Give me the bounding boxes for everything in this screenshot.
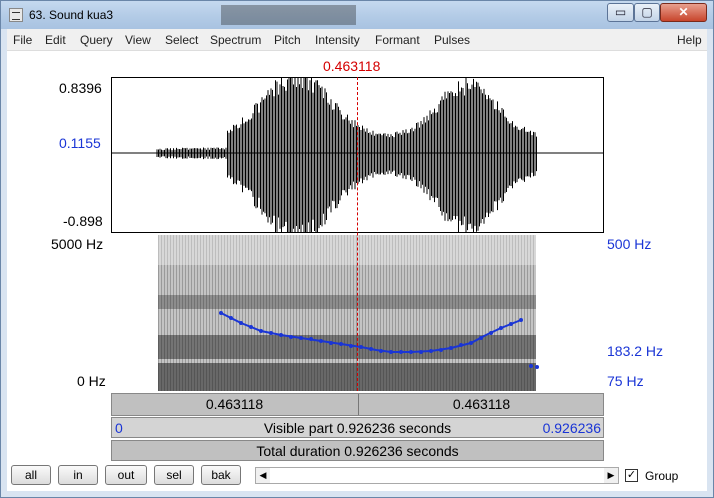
menu-spectrum[interactable]: Spectrum	[210, 33, 261, 47]
scroll-right-icon[interactable]: ▶	[604, 468, 618, 483]
pitch-cursor-label: 183.2 Hz	[607, 343, 663, 359]
menu-bar: File Edit Query View Select Spectrum Pit…	[7, 29, 707, 51]
menu-edit[interactable]: Edit	[45, 33, 66, 47]
scroll-left-icon[interactable]: ◀	[256, 468, 270, 483]
zoom-sel-button[interactable]: sel	[154, 465, 194, 485]
visible-part-bar[interactable]: 0 Visible part 0.926236 seconds 0.926236	[111, 417, 604, 438]
zoom-out-button[interactable]: out	[105, 465, 147, 485]
menu-query[interactable]: Query	[80, 33, 113, 47]
spec-top-freq: 5000 Hz	[51, 236, 103, 252]
spec-bottom-freq: 0 Hz	[77, 373, 106, 389]
zoom-back-button[interactable]: bak	[201, 465, 241, 485]
time-after-cursor[interactable]: 0.463118	[359, 394, 604, 415]
maximize-button[interactable]: ▢	[634, 3, 660, 22]
menu-view[interactable]: View	[125, 33, 151, 47]
menu-select[interactable]: Select	[165, 33, 198, 47]
praat-sound-window: 63. Sound kua3 ▭ ▢ ✕ File Edit Query Vie…	[0, 0, 714, 498]
total-duration-label: Total duration 0.926236 seconds	[112, 443, 603, 459]
menu-formant[interactable]: Formant	[375, 33, 420, 47]
cursor-time-label: 0.463118	[323, 58, 380, 74]
wave-y-cursor: 0.1155	[59, 135, 101, 151]
pitch-bottom-label: 75 Hz	[607, 373, 644, 389]
time-cursor[interactable]	[357, 77, 358, 391]
menu-file[interactable]: File	[13, 33, 32, 47]
wave-y-top: 0.8396	[59, 80, 102, 96]
editor-area: 0.463118 0.8396 0.1155 -0.898 5000 Hz 0 …	[7, 51, 707, 491]
title-bar: 63. Sound kua3 ▭ ▢ ✕	[1, 1, 713, 29]
app-icon	[9, 8, 23, 22]
horizontal-scrollbar[interactable]: ◀ ▶	[255, 467, 619, 484]
zoom-all-button[interactable]: all	[11, 465, 51, 485]
close-button[interactable]: ✕	[660, 3, 707, 22]
menu-pitch[interactable]: Pitch	[274, 33, 301, 47]
menu-pulses[interactable]: Pulses	[434, 33, 470, 47]
pitch-top-label: 500 Hz	[607, 236, 651, 252]
group-checkbox[interactable]: ✓	[625, 469, 638, 482]
cursor-time-bar[interactable]: 0.463118 0.463118	[111, 393, 604, 416]
visible-part-label: Visible part 0.926236 seconds	[112, 420, 603, 436]
total-duration-bar[interactable]: Total duration 0.926236 seconds	[111, 440, 604, 461]
menu-help[interactable]: Help	[677, 33, 702, 47]
background-window-ghost	[221, 5, 356, 25]
group-label: Group	[645, 469, 678, 483]
window-title: 63. Sound kua3	[29, 8, 113, 22]
zoom-in-button[interactable]: in	[58, 465, 98, 485]
minimize-button[interactable]: ▭	[607, 3, 634, 22]
menu-intensity[interactable]: Intensity	[315, 33, 360, 47]
wave-y-bottom: -0.898	[63, 213, 103, 229]
time-before-cursor[interactable]: 0.463118	[112, 394, 357, 415]
visible-end: 0.926236	[543, 420, 601, 436]
